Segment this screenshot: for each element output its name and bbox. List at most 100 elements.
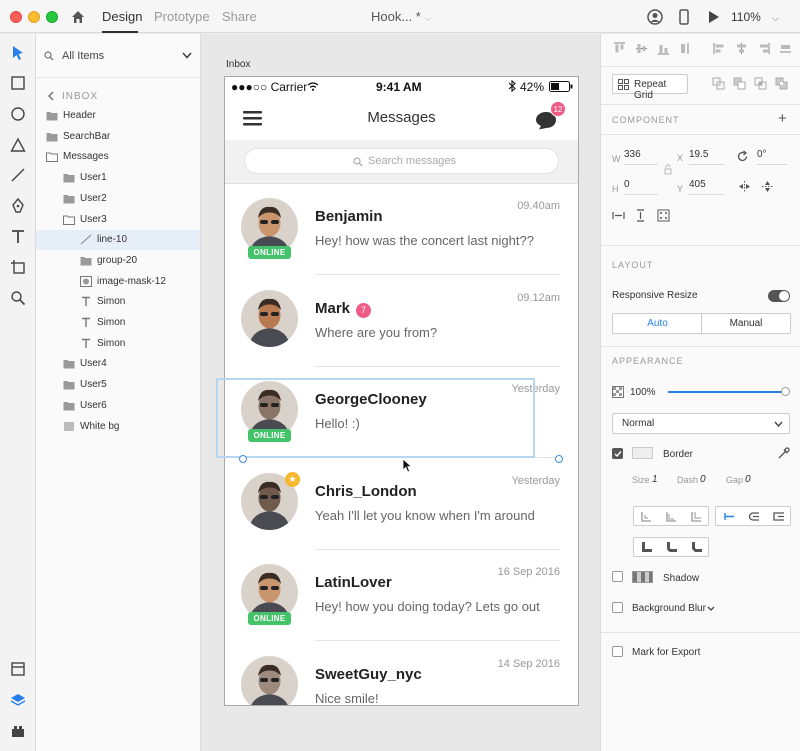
flip-horizontal-icon[interactable] xyxy=(738,180,751,193)
square-cap-icon[interactable] xyxy=(772,510,785,523)
inner-stroke-icon[interactable] xyxy=(640,510,653,523)
rotation-field[interactable]: 0° xyxy=(757,149,787,165)
background-blur-checkbox[interactable] xyxy=(612,602,623,613)
layer-item[interactable]: User4 xyxy=(36,354,200,374)
chevron-down-icon[interactable] xyxy=(707,606,715,611)
shadow-color-swatch[interactable] xyxy=(632,571,653,583)
polygon-tool-icon[interactable] xyxy=(9,136,27,154)
resize-handle-left[interactable] xyxy=(239,455,247,463)
layer-item[interactable]: image-mask-12 xyxy=(36,272,200,292)
zoom-level[interactable]: 110% ⌵ xyxy=(731,10,779,24)
plugins-icon[interactable] xyxy=(9,722,27,740)
lock-aspect-icon[interactable] xyxy=(664,164,672,175)
document-title[interactable]: Hook... * ⌵ xyxy=(371,9,431,24)
assets-panel-icon[interactable] xyxy=(9,660,27,678)
mark-for-export-checkbox[interactable] xyxy=(612,646,623,657)
pin-icon[interactable] xyxy=(657,209,670,222)
outer-stroke-icon[interactable] xyxy=(690,510,703,523)
home-icon[interactable] xyxy=(70,9,86,25)
layer-item[interactable]: User3 xyxy=(36,210,200,230)
device-preview-icon[interactable] xyxy=(676,9,692,25)
artboard-tool-icon[interactable] xyxy=(9,258,27,276)
message-row[interactable]: SweetGuy_nyc Nice smile! 14 Sep 2016 xyxy=(225,642,578,705)
user-icon[interactable] xyxy=(647,9,663,25)
opacity-slider-thumb[interactable] xyxy=(781,387,790,396)
align-middle-icon[interactable] xyxy=(635,42,648,55)
line-tool-icon[interactable] xyxy=(9,166,27,184)
border-checkbox[interactable] xyxy=(612,448,623,459)
center-stroke-icon[interactable] xyxy=(665,510,678,523)
back-arrow-icon[interactable] xyxy=(47,91,54,101)
opacity-slider-track[interactable] xyxy=(668,391,784,393)
blend-mode-select[interactable]: Normal xyxy=(612,413,790,434)
bevel-join-icon[interactable] xyxy=(690,541,703,554)
auto-button[interactable]: Auto xyxy=(612,313,702,334)
butt-cap-icon[interactable] xyxy=(722,510,735,523)
boolean-intersect-icon[interactable] xyxy=(754,77,767,90)
height-field[interactable]: 0 xyxy=(624,179,658,195)
manual-button[interactable]: Manual xyxy=(701,313,791,334)
ellipse-tool-icon[interactable] xyxy=(9,105,27,123)
boolean-add-icon[interactable] xyxy=(712,77,725,90)
layers-panel-icon[interactable] xyxy=(9,691,27,709)
width-field[interactable]: 336 xyxy=(624,149,658,165)
resize-handle-right[interactable] xyxy=(555,455,563,463)
distribute-vertical-icon[interactable] xyxy=(679,42,692,55)
message-row[interactable]: ONLINE LatinLover Hey! how you doing today… xyxy=(225,550,578,641)
search-messages-input[interactable]: Search messages xyxy=(244,148,559,174)
layer-item[interactable]: White bg xyxy=(36,417,200,437)
artboard-label[interactable]: Inbox xyxy=(226,59,250,70)
rotate-icon[interactable] xyxy=(736,150,749,163)
responsive-resize-toggle[interactable] xyxy=(768,290,790,302)
boolean-subtract-icon[interactable] xyxy=(733,77,746,90)
select-tool-icon[interactable] xyxy=(9,44,27,62)
align-right-icon[interactable] xyxy=(757,42,770,55)
tab-prototype[interactable]: Prototype xyxy=(154,9,210,24)
maximize-window-button[interactable] xyxy=(46,11,58,23)
flip-vertical-icon[interactable] xyxy=(761,180,774,193)
opacity-value[interactable]: 100% xyxy=(630,387,656,398)
layer-item[interactable]: Simon xyxy=(36,313,200,333)
repeat-grid-button[interactable]: Repeat Grid xyxy=(612,74,688,101)
zoom-tool-icon[interactable] xyxy=(9,289,27,307)
round-cap-icon[interactable] xyxy=(747,510,760,523)
boolean-exclude-icon[interactable] xyxy=(775,77,788,90)
tab-design[interactable]: Design xyxy=(102,9,142,24)
dash-field[interactable]: 0 xyxy=(700,474,706,485)
layers-filter[interactable]: All Items xyxy=(36,34,200,78)
layer-item[interactable]: Messages xyxy=(36,147,200,167)
align-left-icon[interactable] xyxy=(713,42,726,55)
gap-field[interactable]: 0 xyxy=(745,474,751,485)
layers-breadcrumb[interactable]: INBOX xyxy=(62,91,98,102)
add-component-icon[interactable]: + xyxy=(778,110,787,127)
layer-item[interactable]: Simon xyxy=(36,292,200,312)
distribute-horizontal-icon[interactable] xyxy=(779,42,792,55)
message-row[interactable]: ONLINE Benjamin Hey! how was the concert l… xyxy=(225,184,578,275)
text-tool-icon[interactable] xyxy=(9,228,27,246)
design-canvas[interactable]: Inbox ●●●○○ Carrier 9:41 AM 42% Messages… xyxy=(201,34,600,751)
pen-tool-icon[interactable] xyxy=(9,197,27,215)
layer-item[interactable]: User6 xyxy=(36,396,200,416)
layer-item[interactable]: group-20 xyxy=(36,251,200,271)
layer-item[interactable]: Header xyxy=(36,106,200,126)
align-center-icon[interactable] xyxy=(735,42,748,55)
eyedropper-icon[interactable] xyxy=(777,447,790,460)
shadow-checkbox[interactable] xyxy=(612,571,623,582)
y-field[interactable]: 405 xyxy=(689,179,725,195)
layer-item[interactable]: User1 xyxy=(36,168,200,188)
round-join-icon[interactable] xyxy=(665,541,678,554)
message-row[interactable]: Mark 7 Where are you from? 09.12am xyxy=(225,276,578,367)
align-bottom-icon[interactable] xyxy=(657,42,670,55)
border-size-field[interactable]: 1 xyxy=(652,474,658,485)
minimize-window-button[interactable] xyxy=(28,11,40,23)
layer-item[interactable]: line-10 xyxy=(36,230,200,251)
border-color-swatch[interactable] xyxy=(632,447,653,459)
tab-share[interactable]: Share xyxy=(222,9,257,24)
layer-item[interactable]: User2 xyxy=(36,189,200,209)
layer-item[interactable]: Simon xyxy=(36,334,200,354)
fix-height-icon[interactable] xyxy=(634,209,647,222)
play-icon[interactable] xyxy=(705,9,721,25)
fix-width-icon[interactable] xyxy=(612,209,625,222)
rectangle-tool-icon[interactable] xyxy=(9,74,27,92)
layer-item[interactable]: User5 xyxy=(36,375,200,395)
